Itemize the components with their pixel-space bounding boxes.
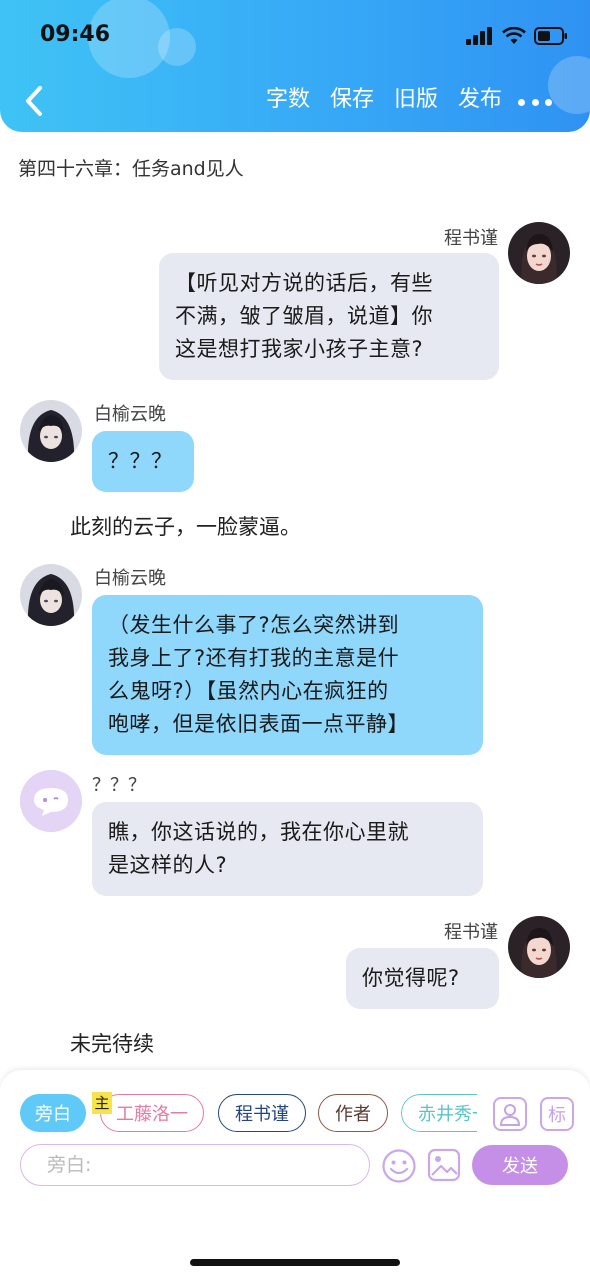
speaker-name: ？？？ xyxy=(92,775,146,796)
speaker-name: 程书谨 xyxy=(444,228,498,249)
bubble-line: 我身上了?还有打我的主意是什 xyxy=(108,646,400,670)
message-input[interactable]: 旁白: xyxy=(20,1144,370,1186)
role-chip-clip: 赤井秀一 xyxy=(401,1094,477,1132)
bubble-line: 你觉得呢? xyxy=(362,966,460,990)
chat-bubble-icon xyxy=(20,770,82,832)
status-time: 09:46 xyxy=(40,22,111,47)
speaker-name: 程书谨 xyxy=(444,922,498,943)
emoji-icon[interactable] xyxy=(381,1148,417,1184)
bubble-line: 是这样的人? xyxy=(108,853,228,877)
narration-text: 此刻的云子，一脸蒙逼。 xyxy=(70,515,301,539)
home-indicator[interactable] xyxy=(190,1259,400,1266)
speaker-name: 白榆云晚 xyxy=(94,568,166,589)
chat-bubble: 【听见对方说的话后，有些 不满，皱了皱眉，说道】你 这是想打我家小孩子主意? xyxy=(159,253,499,380)
more-icon[interactable] xyxy=(518,99,552,107)
narration-text: 未完待续 xyxy=(70,1032,154,1056)
bubble-line: 么鬼呀?）【虽然内心在疯狂的 xyxy=(108,679,389,703)
avatar[interactable] xyxy=(508,916,570,978)
header-toolbar: 字数 保存 旧版 发布 xyxy=(246,85,502,115)
main-character-badge: 主 xyxy=(92,1092,112,1114)
avatar[interactable] xyxy=(20,400,82,462)
chapter-title: 第四十六章：任务and见人 xyxy=(18,158,244,180)
old-version-button[interactable]: 旧版 xyxy=(394,85,438,115)
speaker-name: 白榆云晚 xyxy=(94,404,166,425)
chat-bubble: ？？？ xyxy=(92,431,194,492)
publish-button[interactable]: 发布 xyxy=(458,85,502,115)
avatar[interactable] xyxy=(20,770,82,832)
word-count-button[interactable]: 字数 xyxy=(266,85,310,115)
bubble-line: 这是想打我家小孩子主意? xyxy=(175,337,424,361)
bubble-line: 【听见对方说的话后，有些 xyxy=(175,271,433,295)
bubble-line: 瞧，你这话说的，我在你心里就 xyxy=(108,820,409,844)
role-chip-author[interactable]: 作者 xyxy=(318,1094,388,1132)
back-icon[interactable] xyxy=(20,84,50,118)
role-chip-character[interactable]: 程书谨 xyxy=(218,1094,306,1132)
status-icons xyxy=(466,25,568,47)
role-chip-character[interactable]: 赤井秀一 xyxy=(401,1094,477,1132)
bubble-line: 不满，皱了皱眉，说道】你 xyxy=(175,304,433,328)
bubble-line: ？？？ xyxy=(108,449,173,473)
avatar[interactable] xyxy=(20,564,82,626)
signal-icon xyxy=(466,27,492,45)
role-chip-narration[interactable]: 旁白 xyxy=(20,1094,86,1132)
wifi-icon xyxy=(502,27,526,44)
battery-icon xyxy=(534,27,567,45)
role-chip-character[interactable]: 工藤洛一 xyxy=(100,1094,204,1132)
save-button[interactable]: 保存 xyxy=(330,85,374,115)
bubble-line: （发生什么事了?怎么突然讲到 xyxy=(108,613,400,637)
avatar[interactable] xyxy=(508,222,570,284)
decor-bubble xyxy=(158,28,196,66)
chat-bubble: （发生什么事了?怎么突然讲到 我身上了?还有打我的主意是什 么鬼呀?）【虽然内心… xyxy=(92,595,483,755)
send-button[interactable]: 发送 xyxy=(472,1145,568,1185)
tag-button[interactable]: 标 xyxy=(540,1097,574,1131)
chat-bubble: 你觉得呢? xyxy=(346,948,499,1009)
decor-bubble xyxy=(548,56,590,114)
character-manage-icon[interactable] xyxy=(493,1097,527,1131)
image-icon[interactable] xyxy=(427,1148,461,1182)
top-header: 09:46 字数 保存 旧版 发布 xyxy=(0,0,590,132)
bubble-line: 咆哮，但是依旧表面一点平静】 xyxy=(108,712,409,736)
chat-bubble: 瞧，你这话说的，我在你心里就 是这样的人? xyxy=(92,802,483,896)
